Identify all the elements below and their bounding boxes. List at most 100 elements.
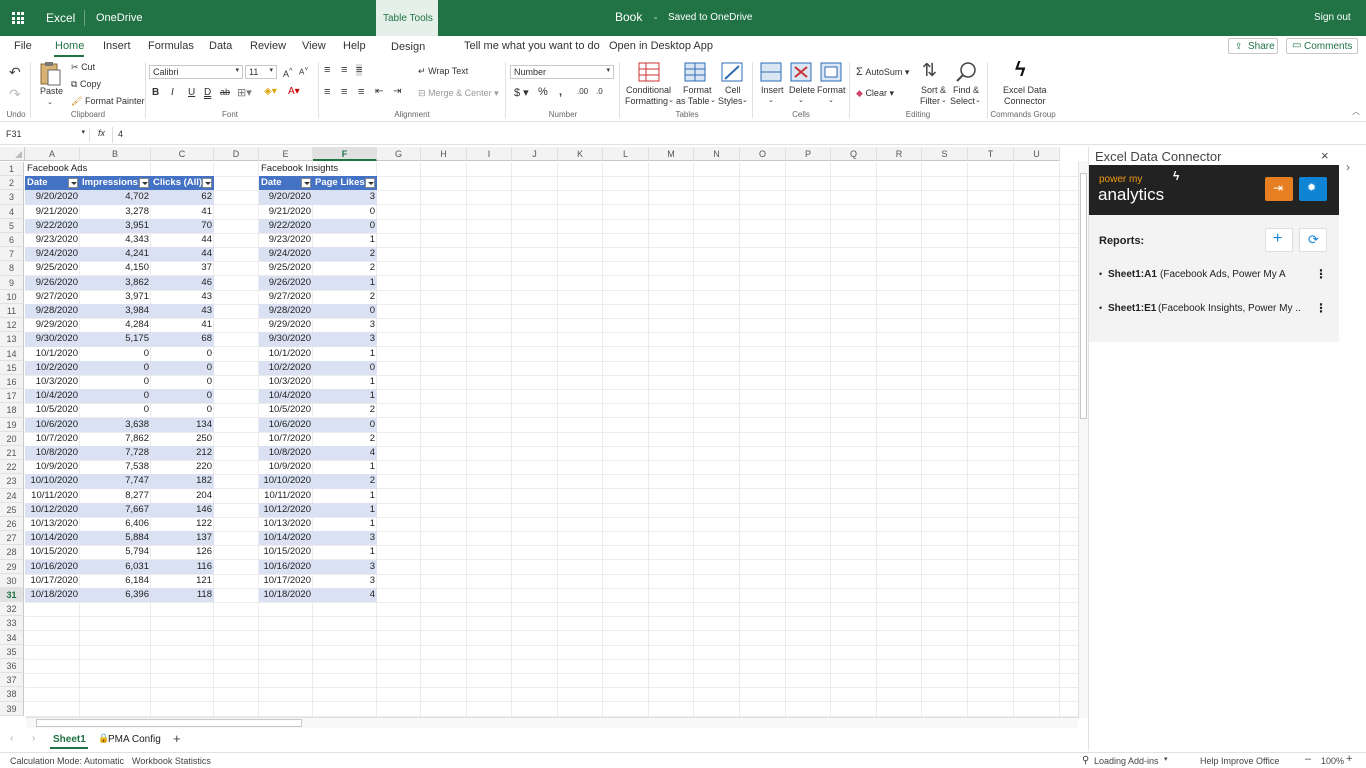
collapse-ribbon-icon[interactable]: ︿ bbox=[1352, 106, 1360, 117]
bold-icon[interactable]: B bbox=[152, 87, 159, 98]
help-improve-office[interactable]: Help Improve Office bbox=[1200, 756, 1279, 766]
table-cell[interactable]: 0 bbox=[313, 417, 377, 432]
tab-data[interactable]: Data bbox=[209, 40, 232, 52]
debug-button[interactable]: ✹ bbox=[1299, 177, 1327, 201]
table-cell[interactable]: 0 bbox=[151, 389, 214, 404]
table-cell[interactable]: 43 bbox=[151, 304, 214, 319]
filter-dropdown-icon[interactable] bbox=[68, 178, 78, 189]
table-cell[interactable]: 10/16/2020 bbox=[25, 559, 80, 574]
column-header-q[interactable]: Q bbox=[831, 147, 877, 161]
table-cell[interactable]: 9/27/2020 bbox=[259, 290, 313, 304]
table-cell[interactable]: 121 bbox=[151, 574, 214, 588]
table-cell[interactable]: 5,884 bbox=[80, 531, 151, 546]
find-select-icon[interactable] bbox=[955, 61, 977, 83]
row-header-15[interactable]: 15 bbox=[0, 360, 24, 375]
row-header-28[interactable]: 28 bbox=[0, 545, 24, 560]
table-cell[interactable]: 0 bbox=[80, 347, 151, 361]
increase-indent-icon[interactable]: ⇥ bbox=[393, 86, 401, 97]
row-header-39[interactable]: 39 bbox=[0, 701, 24, 716]
row-header-37[interactable]: 37 bbox=[0, 673, 24, 688]
align-middle-icon[interactable]: ≡ bbox=[341, 64, 347, 76]
table-cell[interactable]: 2 bbox=[313, 247, 377, 262]
table-cell[interactable]: 9/22/2020 bbox=[25, 218, 80, 233]
table-cell[interactable]: 9/20/2020 bbox=[259, 190, 313, 205]
column-header-p[interactable]: P bbox=[786, 147, 831, 161]
row-header-8[interactable]: 8 bbox=[0, 261, 24, 276]
table-cell[interactable]: 41 bbox=[151, 205, 214, 219]
align-right-icon[interactable]: ≡ bbox=[358, 86, 364, 98]
format-as-table-button[interactable]: Format bbox=[683, 85, 712, 95]
column-header-f[interactable]: F bbox=[313, 147, 377, 161]
report-item[interactable]: • Sheet1:E1 (Facebook Insights, Power My… bbox=[1089, 299, 1339, 319]
chevron-down-icon[interactable]: ▾ bbox=[1164, 755, 1168, 763]
filter-dropdown-icon[interactable] bbox=[139, 178, 149, 189]
table-cell[interactable]: 0 bbox=[313, 304, 377, 319]
table-cell[interactable]: 0 bbox=[151, 375, 214, 389]
table-cell[interactable]: 9/30/2020 bbox=[25, 332, 80, 347]
table-cell[interactable]: 10/11/2020 bbox=[25, 489, 80, 503]
table-cell[interactable]: 3,984 bbox=[80, 304, 151, 319]
row-header-33[interactable]: 33 bbox=[0, 616, 24, 631]
increase-decimal-icon[interactable]: .00 bbox=[577, 87, 588, 96]
row-header-30[interactable]: 30 bbox=[0, 573, 24, 588]
currency-icon[interactable]: $ ▾ bbox=[514, 86, 529, 99]
table-cell[interactable]: 9/27/2020 bbox=[25, 290, 80, 304]
underline-icon[interactable]: U bbox=[188, 87, 195, 98]
book-name[interactable]: Book bbox=[615, 10, 642, 24]
column-header-b[interactable]: B bbox=[80, 147, 151, 161]
table-cell[interactable]: 3 bbox=[313, 318, 377, 332]
percent-icon[interactable]: % bbox=[538, 86, 548, 98]
table-cell[interactable]: 1 bbox=[313, 517, 377, 531]
column-header-a[interactable]: A bbox=[25, 147, 80, 161]
table-cell[interactable]: 10/3/2020 bbox=[25, 375, 80, 389]
table-header[interactable]: Clicks (All) bbox=[151, 176, 214, 191]
column-header-t[interactable]: T bbox=[968, 147, 1014, 161]
table-cell[interactable]: 10/5/2020 bbox=[25, 403, 80, 417]
table-cell[interactable]: 1 bbox=[313, 389, 377, 404]
table-cell[interactable]: 3,862 bbox=[80, 275, 151, 290]
autosum-button[interactable]: Σ AutoSum ▾ bbox=[856, 66, 909, 78]
cell-title-facebook-insights[interactable]: Facebook Insights bbox=[259, 162, 379, 176]
select-all-corner[interactable] bbox=[0, 147, 25, 161]
table-cell[interactable]: 9/24/2020 bbox=[25, 247, 80, 262]
cut-button[interactable]: ✂ Cut bbox=[71, 62, 95, 73]
tab-help[interactable]: Help bbox=[343, 40, 366, 52]
table-cell[interactable]: 118 bbox=[151, 588, 214, 603]
table-cell[interactable]: 204 bbox=[151, 489, 214, 503]
excel-data-connector-button[interactable]: Excel Data bbox=[1003, 85, 1047, 95]
column-header-h[interactable]: H bbox=[421, 147, 467, 161]
column-header-u[interactable]: U bbox=[1014, 147, 1060, 161]
table-cell[interactable]: 10/8/2020 bbox=[259, 446, 313, 461]
table-cell[interactable]: 1 bbox=[313, 502, 377, 517]
grow-font-icon[interactable]: A^ bbox=[283, 66, 293, 79]
table-cell[interactable]: 10/17/2020 bbox=[259, 574, 313, 588]
share-button[interactable]: ⇪ Share bbox=[1228, 38, 1278, 54]
paste-button[interactable]: Paste bbox=[40, 86, 63, 96]
table-cell[interactable]: 3 bbox=[313, 190, 377, 205]
table-cell[interactable]: 9/23/2020 bbox=[259, 233, 313, 247]
row-header-34[interactable]: 34 bbox=[0, 630, 24, 645]
table-cell[interactable]: 10/13/2020 bbox=[259, 517, 313, 531]
table-cell[interactable]: 5,175 bbox=[80, 332, 151, 347]
row-header-1[interactable]: 1 bbox=[0, 162, 24, 177]
table-cell[interactable]: 43 bbox=[151, 290, 214, 304]
table-cell[interactable]: 3,951 bbox=[80, 218, 151, 233]
font-name-select[interactable]: Calibri ▾ bbox=[149, 65, 243, 79]
table-cell[interactable]: 10/4/2020 bbox=[25, 389, 80, 404]
table-cell[interactable]: 6,184 bbox=[80, 574, 151, 588]
table-cell[interactable]: 0 bbox=[80, 360, 151, 375]
next-sheet-icon[interactable]: › bbox=[32, 733, 35, 744]
table-cell[interactable]: 3,638 bbox=[80, 417, 151, 432]
table-cell[interactable]: 10/16/2020 bbox=[259, 559, 313, 574]
table-cell[interactable]: 5,794 bbox=[80, 545, 151, 559]
column-header-g[interactable]: G bbox=[377, 147, 421, 161]
double-underline-icon[interactable]: D bbox=[204, 87, 211, 98]
insert-cells-icon[interactable] bbox=[760, 62, 782, 82]
table-cell[interactable]: 0 bbox=[151, 360, 214, 375]
table-cell[interactable]: 9/25/2020 bbox=[25, 261, 80, 275]
conditional-formatting-button[interactable]: Conditional bbox=[626, 85, 671, 95]
table-cell[interactable]: 4,343 bbox=[80, 233, 151, 247]
prev-sheet-icon[interactable]: ‹ bbox=[10, 733, 13, 744]
conditional-formatting-icon[interactable] bbox=[638, 62, 660, 82]
table-cell[interactable]: 9/20/2020 bbox=[25, 190, 80, 205]
